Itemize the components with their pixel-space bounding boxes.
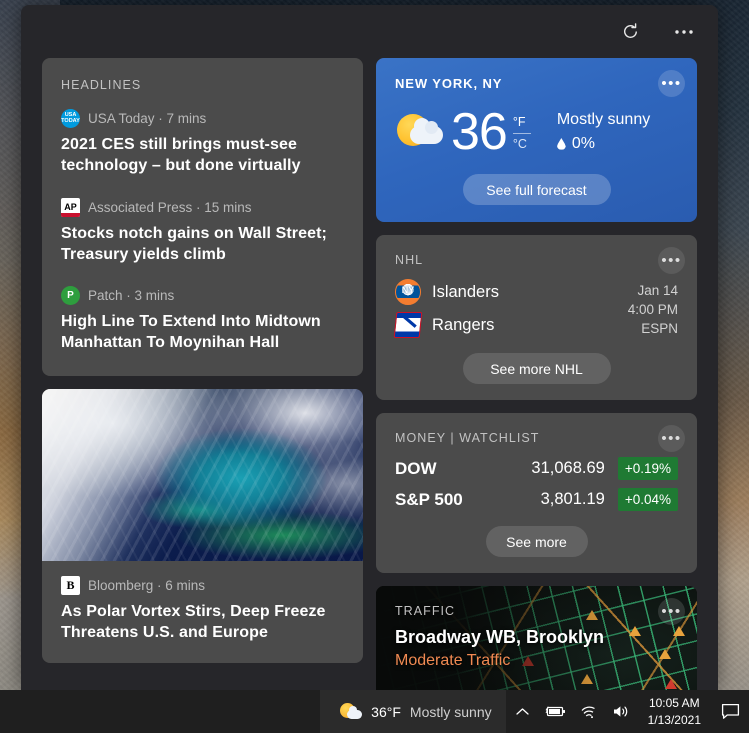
water-drop-icon xyxy=(556,138,566,150)
weather-condition: Mostly sunny xyxy=(556,111,651,128)
teams-list: Islanders Rangers xyxy=(393,279,628,338)
sports-card-title: NHL xyxy=(395,253,424,267)
bloomberg-logo: B xyxy=(61,575,80,595)
stock-value: 3,801.19 xyxy=(540,490,605,509)
taskbar-time: 10:05 AM xyxy=(648,696,700,711)
traffic-card-title: TRAFFIC xyxy=(395,604,456,619)
sports-card-more-icon[interactable]: ••• xyxy=(658,247,685,274)
story-headline[interactable]: Stocks notch gains on Wall Street; Treas… xyxy=(61,223,344,266)
stock-name: DOW xyxy=(395,458,437,478)
stock-row[interactable]: S&P 500 3,801.19 +0.04% xyxy=(395,488,678,512)
left-column: HEADLINES USA TODAY USA Today · 7 mins 2… xyxy=(42,58,363,690)
headlines-card: HEADLINES USA TODAY USA Today · 7 mins 2… xyxy=(42,58,363,376)
money-card-more-icon[interactable]: ••• xyxy=(658,425,685,453)
headlines-card-title: HEADLINES xyxy=(61,78,142,92)
photo-story-meta: B Bloomberg · 6 mins As Polar Vortex Sti… xyxy=(42,561,363,664)
weather-precipitation: 0% xyxy=(571,135,595,152)
stock-value: 31,068.69 xyxy=(531,459,605,478)
traffic-card[interactable]: TRAFFIC Broadway WB, Brooklyn Moderate T… xyxy=(376,586,697,690)
story-source-label: Patch · 3 mins xyxy=(88,288,175,304)
sports-match[interactable]: Islanders Rangers Jan 14 4:00 PM ESPN xyxy=(393,279,678,338)
team-name: Islanders xyxy=(432,282,499,301)
usatoday-logo: USA TODAY xyxy=(61,109,80,128)
more-options-icon[interactable] xyxy=(668,16,700,48)
story-source-label: Associated Press · 15 mins xyxy=(88,199,252,215)
taskbar-news-and-interests-button[interactable]: 36°F Mostly sunny xyxy=(320,690,506,733)
story-headline[interactable]: 2021 CES still brings must-see technolog… xyxy=(61,134,344,177)
unit-fahrenheit[interactable]: °F xyxy=(513,114,531,131)
match-time: 4:00 PM xyxy=(627,302,678,318)
islanders-logo xyxy=(395,279,421,305)
traffic-content: TRAFFIC Broadway WB, Brooklyn Moderate T… xyxy=(395,604,604,670)
story-source-label: USA Today · 7 mins xyxy=(88,111,207,126)
traffic-status: Moderate Traffic xyxy=(395,652,511,670)
taskbar-temperature: 36°F xyxy=(371,703,401,720)
weather-temperature: 36 xyxy=(451,103,508,161)
unit-celsius[interactable]: °C xyxy=(513,136,531,153)
news-story[interactable]: USA TODAY USA Today · 7 mins 2021 CES st… xyxy=(61,109,344,177)
story-source-row: AP Associated Press · 15 mins xyxy=(61,197,344,217)
stock-row[interactable]: DOW 31,068.69 +0.19% xyxy=(395,457,678,481)
weather-card-more-icon[interactable]: ••• xyxy=(658,70,685,97)
team-name: Rangers xyxy=(432,315,495,334)
action-center-icon[interactable] xyxy=(711,690,749,733)
taskbar: 36°F Mostly sunny 10:05 AM 1/13/2021 xyxy=(0,690,749,733)
cards-columns: HEADLINES USA TODAY USA Today · 7 mins 2… xyxy=(21,58,718,690)
news-and-interests-panel: HEADLINES USA TODAY USA Today · 7 mins 2… xyxy=(21,5,718,690)
team-row: Rangers xyxy=(393,312,628,338)
match-date: Jan 14 xyxy=(637,283,678,298)
match-network: ESPN xyxy=(641,321,678,337)
cloud-shape xyxy=(410,118,443,144)
rangers-logo xyxy=(393,312,423,338)
story-source-row: P Patch · 3 mins xyxy=(61,286,344,306)
story-headline[interactable]: High Line To Extend Into Midtown Manhatt… xyxy=(61,311,344,354)
ap-logo: AP xyxy=(61,197,80,217)
battery-icon[interactable] xyxy=(539,690,572,733)
news-story[interactable]: AP Associated Press · 15 mins Stocks not… xyxy=(61,197,344,266)
story-source-label: Bloomberg · 6 mins xyxy=(88,577,206,593)
weather-location: NEW YORK, NY xyxy=(395,76,503,91)
taskbar-condition: Mostly sunny xyxy=(409,703,492,720)
panel-toolbar xyxy=(21,5,718,58)
taskbar-date: 1/13/2021 xyxy=(647,712,701,727)
see-more-money-button[interactable]: See more xyxy=(485,526,588,558)
unit-divider xyxy=(512,132,531,134)
news-story[interactable]: P Patch · 3 mins High Line To Extend Int… xyxy=(61,286,344,354)
money-card-title: MONEY | WATCHLIST xyxy=(395,431,540,446)
right-column: NEW YORK, NY ••• 36 °F °C Mostly sunny 0… xyxy=(376,58,697,690)
weather-precipitation-row: 0% xyxy=(556,135,650,153)
story-source-row: B Bloomberg · 6 mins xyxy=(61,575,344,595)
match-meta: Jan 14 4:00 PM ESPN xyxy=(628,279,678,338)
traffic-location: Broadway WB, Brooklyn xyxy=(395,627,605,648)
system-tray xyxy=(506,690,638,733)
weather-main: 36 °F °C Mostly sunny 0% xyxy=(395,106,678,158)
stock-name: S&P 500 xyxy=(395,489,463,509)
see-full-forecast-button[interactable]: See full forecast xyxy=(462,174,611,205)
cloud-swirl-overlay xyxy=(42,388,363,561)
wifi-icon[interactable] xyxy=(572,690,605,733)
volume-icon[interactable] xyxy=(605,690,638,733)
team-row: Islanders xyxy=(395,279,628,305)
photo-story-card[interactable]: B Bloomberg · 6 mins As Polar Vortex Sti… xyxy=(42,388,363,664)
satellite-weather-image xyxy=(42,388,363,561)
temperature-unit-toggle[interactable]: °F °C xyxy=(512,114,531,153)
stock-change-badge: +0.19% xyxy=(617,457,678,481)
partly-sunny-icon xyxy=(340,702,363,722)
money-watchlist-card: MONEY | WATCHLIST ••• DOW 31,068.69 +0.1… xyxy=(376,413,697,574)
story-source-row: USA TODAY USA Today · 7 mins xyxy=(61,109,344,128)
show-hidden-icons-icon[interactable] xyxy=(506,690,539,733)
patch-logo: P xyxy=(61,286,80,306)
refresh-icon[interactable] xyxy=(614,16,646,48)
partly-sunny-icon xyxy=(395,110,445,154)
weather-card: NEW YORK, NY ••• 36 °F °C Mostly sunny 0… xyxy=(376,58,697,222)
weather-condition-block: Mostly sunny 0% xyxy=(556,111,651,153)
taskbar-clock[interactable]: 10:05 AM 1/13/2021 xyxy=(638,690,711,733)
see-more-nhl-button[interactable]: See more NHL xyxy=(462,353,611,385)
sports-card: NHL ••• Islanders Rangers J xyxy=(376,235,697,401)
cloud-shape xyxy=(347,705,363,719)
stock-change-badge: +0.04% xyxy=(617,488,678,512)
story-headline[interactable]: As Polar Vortex Stirs, Deep Freeze Threa… xyxy=(61,601,344,644)
